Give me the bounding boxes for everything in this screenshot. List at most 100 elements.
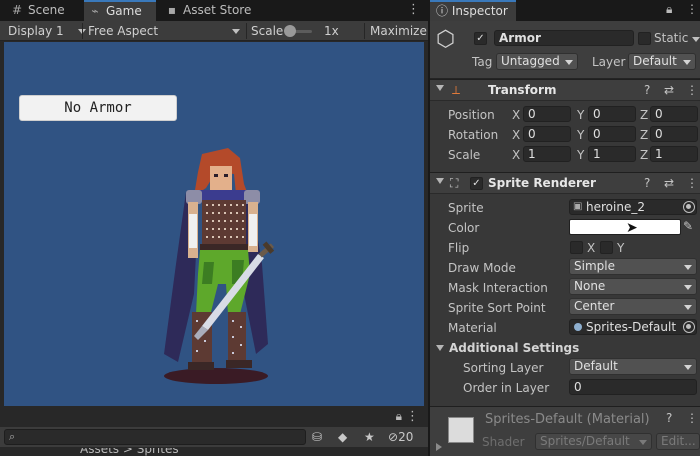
eyedropper-icon[interactable]: ✎ xyxy=(683,219,693,233)
kebab-menu-icon[interactable]: ⋮ xyxy=(406,409,419,424)
tag-dropdown[interactable]: Untagged xyxy=(496,53,578,70)
sprite-object-field[interactable]: ▣ heroine_2 xyxy=(569,199,697,215)
help-icon[interactable]: ? xyxy=(666,411,672,425)
axis-z-label[interactable]: Z xyxy=(640,108,648,122)
eye xyxy=(224,174,228,177)
object-picker-icon[interactable] xyxy=(683,201,695,213)
axis-y-label[interactable]: Y xyxy=(577,108,584,122)
mask-interaction-value: None xyxy=(574,279,606,293)
sprite-sort-point-label: Sprite Sort Point xyxy=(448,301,546,315)
sprite-sort-point-dropdown[interactable]: Center xyxy=(569,298,697,315)
pauldron-left xyxy=(186,190,202,204)
mask-interaction-dropdown[interactable]: None xyxy=(569,278,697,295)
aspect-dropdown[interactable]: Free Aspect xyxy=(88,21,242,41)
game-toolbar: Display 1 Free Aspect Scale 1x Maximize xyxy=(0,21,428,41)
favorite-star-icon[interactable]: ★ xyxy=(364,429,375,445)
sprite-renderer-header[interactable]: ⛶ ✓ Sprite Renderer ? ⇄ ⋮ xyxy=(430,172,700,194)
position-y-field[interactable]: 0 xyxy=(588,106,636,122)
sprite-renderer-icon: ⛶ xyxy=(450,176,459,190)
rotation-label: Rotation xyxy=(448,128,499,142)
scale-z-field[interactable]: 1 xyxy=(650,146,698,162)
position-z-field[interactable]: 0 xyxy=(650,106,698,122)
draw-mode-dropdown[interactable]: Simple xyxy=(569,258,697,275)
edit-shader-button[interactable]: Edit... xyxy=(656,433,700,450)
tab-inspector[interactable]: ⓘ Inspector xyxy=(430,0,516,21)
tag-value: Untagged xyxy=(501,54,560,68)
object-picker-icon[interactable] xyxy=(683,321,695,333)
scale-x-field[interactable]: 1 xyxy=(523,146,571,162)
kebab-menu-icon[interactable]: ⋮ xyxy=(686,83,698,97)
kebab-menu-icon[interactable]: ⋮ xyxy=(686,411,698,425)
flip-x-label: X xyxy=(587,241,596,255)
shader-dropdown[interactable]: Sprites/Default xyxy=(535,433,652,450)
foldout-arrow-icon[interactable] xyxy=(436,345,444,351)
eye-slash-icon: ⊘ xyxy=(388,430,399,444)
help-icon[interactable]: ? xyxy=(644,176,650,190)
divider xyxy=(82,23,83,39)
filter-type-icon[interactable]: ⛁ xyxy=(312,429,322,445)
display-dropdown[interactable]: Display 1 xyxy=(8,21,86,41)
foldout-arrow-icon[interactable] xyxy=(436,443,442,451)
material-value: Sprites-Default xyxy=(586,320,677,334)
game-viewport[interactable]: No Armor xyxy=(4,42,424,406)
layer-dropdown[interactable]: Default xyxy=(628,53,696,70)
material-object-field[interactable]: Sprites-Default xyxy=(569,319,697,335)
no-armor-button[interactable]: No Armor xyxy=(19,95,177,121)
search-input[interactable]: ⌕ xyxy=(4,429,306,445)
axis-z-label[interactable]: Z xyxy=(640,148,648,162)
tab-game[interactable]: ⌁ Game xyxy=(84,0,156,21)
scale-y-field[interactable]: 1 xyxy=(588,146,636,162)
hidden-packages-button[interactable]: ⊘20 xyxy=(388,429,413,445)
lock-icon[interactable]: 🔒︎ xyxy=(666,2,672,17)
active-checkbox[interactable]: ✓ xyxy=(474,32,487,45)
store-icon: ▪ xyxy=(167,3,177,17)
kebab-menu-icon[interactable]: ⋮ xyxy=(407,2,420,17)
lock-icon[interactable]: 🔒︎ xyxy=(396,409,402,424)
boot-sole-right xyxy=(226,360,252,368)
axis-x-label[interactable]: X xyxy=(512,148,520,162)
breadcrumb-path: Assets > Sprites xyxy=(80,448,179,456)
transform-header[interactable]: ⟂ Transform ? ⇄ ⋮ xyxy=(430,79,700,101)
foldout-arrow-icon[interactable] xyxy=(436,178,444,184)
transform-title: Transform xyxy=(488,83,557,97)
chevron-down-icon xyxy=(232,29,240,34)
presets-icon[interactable]: ⇄ xyxy=(664,176,674,190)
additional-settings-foldout[interactable]: Additional Settings xyxy=(449,341,579,355)
axis-x-label[interactable]: X xyxy=(512,128,520,142)
foldout-arrow-icon[interactable] xyxy=(436,85,444,91)
rotation-z-field[interactable]: 0 xyxy=(650,126,698,142)
sprite-renderer-enabled-checkbox[interactable]: ✓ xyxy=(470,177,483,190)
tab-asset-store[interactable]: ▪ Asset Store xyxy=(161,0,261,21)
presets-icon[interactable]: ⇄ xyxy=(664,83,674,97)
position-x-field[interactable]: 0 xyxy=(523,106,571,122)
tab-game-label: Game xyxy=(106,4,142,18)
order-in-layer-field[interactable]: 0 xyxy=(569,379,697,395)
kebab-menu-icon[interactable]: ⋮ xyxy=(686,2,698,16)
sprite-shadow xyxy=(164,368,268,384)
scale-value: 1x xyxy=(324,24,339,38)
boot-right xyxy=(228,312,246,366)
layer-label: Layer xyxy=(592,55,626,69)
material-preview-swatch xyxy=(448,417,474,443)
flip-x-checkbox[interactable] xyxy=(570,241,583,254)
sorting-layer-dropdown[interactable]: Default xyxy=(569,358,697,375)
axis-x-label[interactable]: X xyxy=(512,108,520,122)
rotation-x-field[interactable]: 0 xyxy=(523,126,571,142)
object-name-field[interactable]: Armor xyxy=(494,30,634,46)
tab-scene[interactable]: # Scene xyxy=(6,0,82,21)
sorting-layer-label: Sorting Layer xyxy=(463,361,544,375)
rotation-y-field[interactable]: 0 xyxy=(588,126,636,142)
kebab-menu-icon[interactable]: ⋮ xyxy=(686,176,698,190)
belt xyxy=(200,244,248,250)
tab-scene-label: Scene xyxy=(28,3,65,17)
axis-y-label[interactable]: Y xyxy=(577,128,584,142)
chevron-down-icon[interactable] xyxy=(692,37,700,42)
static-checkbox[interactable] xyxy=(638,32,651,45)
flip-y-checkbox[interactable] xyxy=(600,241,613,254)
maximize-toggle[interactable]: Maximize xyxy=(370,21,427,41)
label-filter-icon[interactable]: ◆ xyxy=(338,429,347,445)
color-swatch[interactable] xyxy=(569,219,681,235)
axis-z-label[interactable]: Z xyxy=(640,128,648,142)
axis-y-label[interactable]: Y xyxy=(577,148,584,162)
help-icon[interactable]: ? xyxy=(644,83,650,97)
